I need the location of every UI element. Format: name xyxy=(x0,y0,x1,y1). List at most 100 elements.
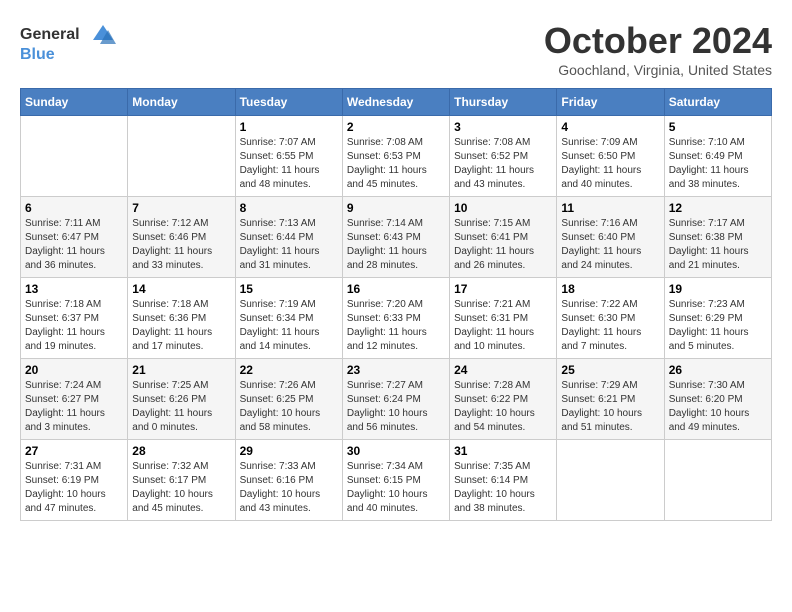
day-number: 4 xyxy=(561,120,659,134)
day-number: 14 xyxy=(132,282,230,296)
day-number: 5 xyxy=(669,120,767,134)
logo-icon xyxy=(88,20,118,50)
day-number: 28 xyxy=(132,444,230,458)
day-info: Sunrise: 7:20 AMSunset: 6:33 PMDaylight:… xyxy=(347,298,445,354)
day-number: 25 xyxy=(561,363,659,377)
day-cell: 15 Sunrise: 7:19 AMSunset: 6:34 PMDayligh… xyxy=(235,278,342,359)
day-cell: 29Sunrise: 7:33 AMSunset: 6:16 PMDayligh… xyxy=(235,440,342,521)
location: Goochland, Virginia, United States xyxy=(544,62,772,78)
day-info: Sunrise: 7:22 AMSunset: 6:30 PMDaylight:… xyxy=(561,298,659,354)
day-info: Sunrise: 7:26 AMSunset: 6:25 PMDaylight:… xyxy=(240,379,338,435)
weekday-header-monday: Monday xyxy=(128,89,235,116)
day-number: 27 xyxy=(25,444,123,458)
week-row-5: 27 Sunrise: 7:31 AMSunset: 6:19 PMDayligh… xyxy=(21,440,772,521)
day-info: Sunrise: 7:08 AMSunset: 6:52 PMDaylight:… xyxy=(454,136,552,192)
day-cell: 3 Sunrise: 7:08 AMSunset: 6:52 PMDaylight… xyxy=(450,116,557,197)
week-row-2: 6 Sunrise: 7:11 AMSunset: 6:47 PMDaylight… xyxy=(21,197,772,278)
day-number: 19 xyxy=(669,282,767,296)
day-info: Sunrise: 7:31 AMSunset: 6:19 PMDaylight:… xyxy=(25,460,123,516)
day-number: 17 xyxy=(454,282,552,296)
day-number: 22 xyxy=(240,363,338,377)
day-cell: 1 Sunrise: 7:07 AMSunset: 6:55 PMDaylight… xyxy=(235,116,342,197)
day-cell: 7Sunrise: 7:12 AMSunset: 6:46 PMDaylight… xyxy=(128,197,235,278)
week-row-3: 13 Sunrise: 7:18 AMSunset: 6:37 PMDayligh… xyxy=(21,278,772,359)
day-cell: 12 Sunrise: 7:17 AMSunset: 6:38 PMDayligh… xyxy=(664,197,771,278)
day-info: Sunrise: 7:15 AMSunset: 6:41 PMDaylight:… xyxy=(454,217,552,273)
day-info: Sunrise: 7:17 AMSunset: 6:38 PMDaylight:… xyxy=(669,217,767,273)
day-number: 24 xyxy=(454,363,552,377)
day-info: Sunrise: 7:28 AMSunset: 6:22 PMDaylight:… xyxy=(454,379,552,435)
day-cell: 19 Sunrise: 7:23 AMSunset: 6:29 PMDayligh… xyxy=(664,278,771,359)
day-cell: 26 Sunrise: 7:30 AMSunset: 6:20 PMDayligh… xyxy=(664,359,771,440)
day-cell: 20Sunrise: 7:24 AMSunset: 6:27 PMDayligh… xyxy=(21,359,128,440)
day-info: Sunrise: 7:19 AMSunset: 6:34 PMDaylight:… xyxy=(240,298,338,354)
day-info: Sunrise: 7:13 AMSunset: 6:44 PMDaylight:… xyxy=(240,217,338,273)
day-info: Sunrise: 7:27 AMSunset: 6:24 PMDaylight:… xyxy=(347,379,445,435)
day-number: 10 xyxy=(454,201,552,215)
day-cell: 5 Sunrise: 7:10 AMSunset: 6:49 PMDaylight… xyxy=(664,116,771,197)
day-info: Sunrise: 7:21 AMSunset: 6:31 PMDaylight:… xyxy=(454,298,552,354)
day-number: 15 xyxy=(240,282,338,296)
month-title: October 2024 xyxy=(544,20,772,62)
day-cell: 4 Sunrise: 7:09 AMSunset: 6:50 PMDaylight… xyxy=(557,116,664,197)
day-info: Sunrise: 7:12 AMSunset: 6:46 PMDaylight:… xyxy=(132,217,230,273)
day-info: Sunrise: 7:25 AMSunset: 6:26 PMDaylight:… xyxy=(132,379,230,435)
day-info: Sunrise: 7:18 AMSunset: 6:37 PMDaylight:… xyxy=(25,298,123,354)
day-info: Sunrise: 7:07 AMSunset: 6:55 PMDaylight:… xyxy=(240,136,338,192)
day-info: Sunrise: 7:30 AMSunset: 6:20 PMDaylight:… xyxy=(669,379,767,435)
day-number: 30 xyxy=(347,444,445,458)
day-cell xyxy=(21,116,128,197)
day-info: Sunrise: 7:10 AMSunset: 6:49 PMDaylight:… xyxy=(669,136,767,192)
title-block: October 2024 Goochland, Virginia, United… xyxy=(544,20,772,78)
day-info: Sunrise: 7:16 AMSunset: 6:40 PMDaylight:… xyxy=(561,217,659,273)
day-number: 6 xyxy=(25,201,123,215)
day-number: 12 xyxy=(669,201,767,215)
day-info: Sunrise: 7:34 AMSunset: 6:15 PMDaylight:… xyxy=(347,460,445,516)
day-number: 9 xyxy=(347,201,445,215)
day-cell: 10 Sunrise: 7:15 AMSunset: 6:41 PMDayligh… xyxy=(450,197,557,278)
weekday-header-sunday: Sunday xyxy=(21,89,128,116)
day-number: 2 xyxy=(347,120,445,134)
day-info: Sunrise: 7:35 AMSunset: 6:14 PMDaylight:… xyxy=(454,460,552,516)
page-header: General Blue October 2024 Goochland, Vir… xyxy=(20,20,772,78)
day-number: 8 xyxy=(240,201,338,215)
day-cell: 30 Sunrise: 7:34 AMSunset: 6:15 PMDayligh… xyxy=(342,440,449,521)
day-cell: 22 Sunrise: 7:26 AMSunset: 6:25 PMDayligh… xyxy=(235,359,342,440)
day-cell: 27 Sunrise: 7:31 AMSunset: 6:19 PMDayligh… xyxy=(21,440,128,521)
weekday-header-wednesday: Wednesday xyxy=(342,89,449,116)
day-cell: 13 Sunrise: 7:18 AMSunset: 6:37 PMDayligh… xyxy=(21,278,128,359)
weekday-header-tuesday: Tuesday xyxy=(235,89,342,116)
day-cell: 23Sunrise: 7:27 AMSunset: 6:24 PMDayligh… xyxy=(342,359,449,440)
day-info: Sunrise: 7:23 AMSunset: 6:29 PMDaylight:… xyxy=(669,298,767,354)
day-number: 13 xyxy=(25,282,123,296)
day-cell: 14 Sunrise: 7:18 AMSunset: 6:36 PMDayligh… xyxy=(128,278,235,359)
day-number: 16 xyxy=(347,282,445,296)
day-cell: 16 Sunrise: 7:20 AMSunset: 6:33 PMDayligh… xyxy=(342,278,449,359)
day-number: 26 xyxy=(669,363,767,377)
logo: General Blue xyxy=(20,20,118,64)
day-number: 18 xyxy=(561,282,659,296)
day-cell: 25 Sunrise: 7:29 AMSunset: 6:21 PMDayligh… xyxy=(557,359,664,440)
day-info: Sunrise: 7:08 AMSunset: 6:53 PMDaylight:… xyxy=(347,136,445,192)
day-info: Sunrise: 7:14 AMSunset: 6:43 PMDaylight:… xyxy=(347,217,445,273)
day-cell: 18 Sunrise: 7:22 AMSunset: 6:30 PMDayligh… xyxy=(557,278,664,359)
calendar-table: SundayMondayTuesdayWednesdayThursdayFrid… xyxy=(20,88,772,521)
week-row-4: 20Sunrise: 7:24 AMSunset: 6:27 PMDayligh… xyxy=(21,359,772,440)
day-info: Sunrise: 7:11 AMSunset: 6:47 PMDaylight:… xyxy=(25,217,123,273)
day-cell: 17 Sunrise: 7:21 AMSunset: 6:31 PMDayligh… xyxy=(450,278,557,359)
day-cell: 6 Sunrise: 7:11 AMSunset: 6:47 PMDaylight… xyxy=(21,197,128,278)
weekday-header-row: SundayMondayTuesdayWednesdayThursdayFrid… xyxy=(21,89,772,116)
day-cell: 28Sunrise: 7:32 AMSunset: 6:17 PMDayligh… xyxy=(128,440,235,521)
day-number: 3 xyxy=(454,120,552,134)
day-cell: 11Sunrise: 7:16 AMSunset: 6:40 PMDayligh… xyxy=(557,197,664,278)
day-info: Sunrise: 7:24 AMSunset: 6:27 PMDaylight:… xyxy=(25,379,123,435)
day-info: Sunrise: 7:29 AMSunset: 6:21 PMDaylight:… xyxy=(561,379,659,435)
week-row-1: 1 Sunrise: 7:07 AMSunset: 6:55 PMDaylight… xyxy=(21,116,772,197)
day-info: Sunrise: 7:09 AMSunset: 6:50 PMDaylight:… xyxy=(561,136,659,192)
weekday-header-saturday: Saturday xyxy=(664,89,771,116)
day-info: Sunrise: 7:18 AMSunset: 6:36 PMDaylight:… xyxy=(132,298,230,354)
day-cell: 21Sunrise: 7:25 AMSunset: 6:26 PMDayligh… xyxy=(128,359,235,440)
day-cell: 9 Sunrise: 7:14 AMSunset: 6:43 PMDaylight… xyxy=(342,197,449,278)
day-number: 1 xyxy=(240,120,338,134)
weekday-header-friday: Friday xyxy=(557,89,664,116)
